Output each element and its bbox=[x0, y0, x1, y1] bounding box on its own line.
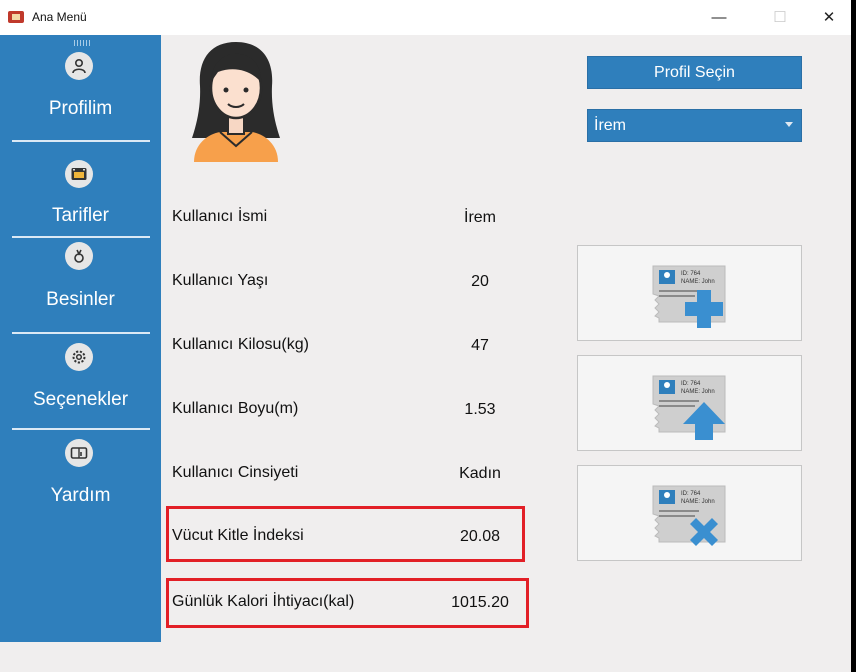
book-icon bbox=[65, 439, 93, 467]
field-value-gender: Kadın bbox=[459, 465, 501, 482]
food-icon bbox=[65, 242, 93, 270]
sidebar-grip[interactable] bbox=[74, 40, 90, 46]
app-icon bbox=[8, 11, 24, 23]
field-label-weight: Kullanıcı Kilosu(kg) bbox=[172, 336, 309, 353]
main-window: Ana Menü — ☐ ✕ Profilim Tarifler Besinle… bbox=[0, 0, 851, 672]
title-bar: Ana Menü — ☐ ✕ bbox=[0, 0, 851, 35]
minimize-button[interactable]: — bbox=[699, 4, 739, 30]
sidebar-divider bbox=[12, 332, 150, 334]
profile-dropdown-value: İrem bbox=[594, 116, 626, 134]
chevron-down-icon bbox=[785, 122, 793, 127]
field-label-age: Kullanıcı Yaşı bbox=[172, 272, 269, 289]
field-value-age: 20 bbox=[471, 273, 489, 290]
field-value-calorie: 1015.20 bbox=[451, 594, 509, 611]
profile-dropdown[interactable]: İrem bbox=[587, 109, 802, 142]
card-name-text: NAME: John bbox=[681, 279, 715, 285]
card-id-text: ID: 764 bbox=[681, 271, 701, 277]
field-label-gender: Kullanıcı Cinsiyeti bbox=[172, 464, 299, 481]
id-card-update-icon: ID: 764 NAME: John bbox=[652, 375, 726, 440]
sidebar-item-label: Besinler bbox=[46, 289, 115, 310]
card-id-text: ID: 764 bbox=[681, 491, 701, 497]
status-strip bbox=[0, 642, 851, 672]
add-profile-button[interactable]: ID: 764 NAME: John bbox=[577, 245, 802, 341]
user-avatar bbox=[192, 42, 280, 162]
oven-icon bbox=[65, 160, 93, 188]
delete-profile-button[interactable]: ID: 764 NAME: John bbox=[577, 465, 802, 561]
card-name-text: NAME: John bbox=[681, 499, 715, 505]
field-value-height: 1.53 bbox=[464, 401, 496, 418]
field-value-bmi: 20.08 bbox=[459, 528, 501, 545]
field-label-bmi: Vücut Kitle İndeksi bbox=[172, 527, 304, 544]
id-card-delete-icon: ID: 764 NAME: John bbox=[652, 485, 726, 546]
field-value-name: İrem bbox=[464, 209, 496, 226]
sidebar-divider bbox=[12, 236, 150, 238]
sidebar-item-label: Tarifler bbox=[51, 205, 109, 226]
sidebar-item-label: Profilim bbox=[48, 98, 113, 119]
card-name-text: NAME: John bbox=[681, 389, 715, 395]
gear-icon bbox=[65, 343, 93, 371]
sidebar-item-label: Seçenekler bbox=[32, 389, 129, 410]
sidebar-divider bbox=[12, 140, 150, 142]
card-id-text: ID: 764 bbox=[681, 381, 701, 387]
person-icon bbox=[65, 52, 93, 80]
select-profile-button[interactable]: Profil Seçin bbox=[587, 56, 802, 89]
window-title: Ana Menü bbox=[32, 10, 87, 24]
close-button[interactable]: ✕ bbox=[809, 4, 849, 30]
field-value-weight: 47 bbox=[471, 337, 489, 354]
maximize-button[interactable]: ☐ bbox=[760, 4, 800, 30]
field-label-calorie: Günlük Kalori İhtiyacı(kal) bbox=[172, 593, 355, 610]
update-profile-button[interactable]: ID: 764 NAME: John bbox=[577, 355, 802, 451]
sidebar-item-label: Yardım bbox=[50, 485, 111, 506]
field-label-name: Kullanıcı İsmi bbox=[172, 208, 268, 225]
id-card-add-icon: ID: 764 NAME: John bbox=[652, 265, 726, 328]
sidebar-divider bbox=[12, 428, 150, 430]
sidebar: Profilim Tarifler Besinler Seçenekler Ya… bbox=[0, 35, 161, 642]
field-label-height: Kullanıcı Boyu(m) bbox=[172, 400, 299, 417]
